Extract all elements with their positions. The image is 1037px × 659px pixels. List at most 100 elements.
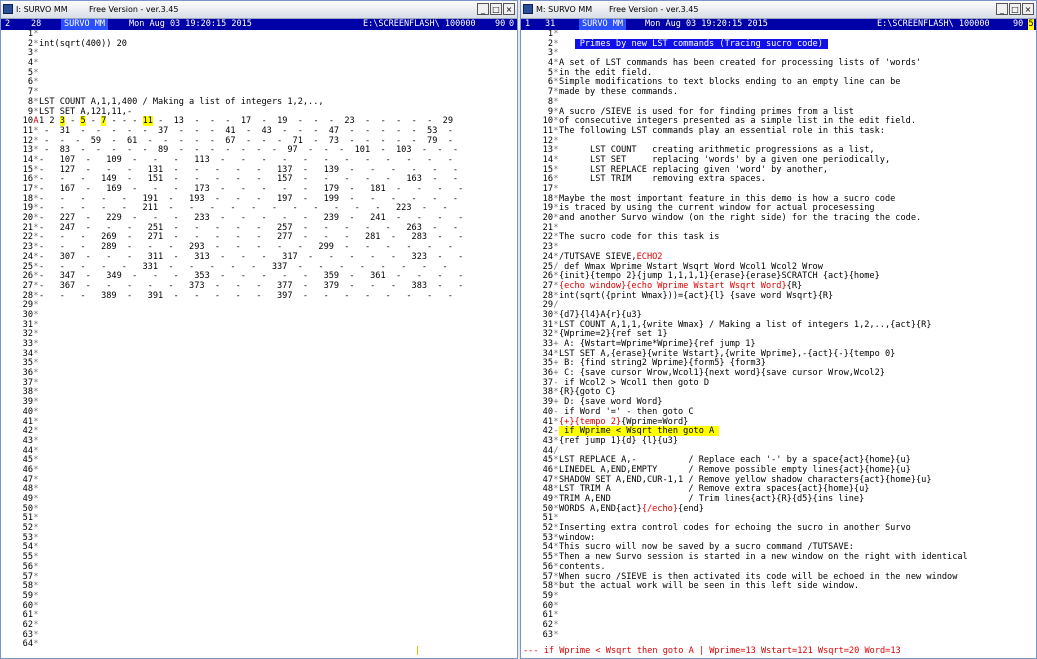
- minimize-icon[interactable]: _: [477, 3, 489, 15]
- edit-line[interactable]: 4*: [1, 58, 517, 69]
- edit-line[interactable]: 60*: [521, 601, 1036, 612]
- line-text: Then a new Survo session is started in a…: [559, 552, 968, 563]
- edit-line[interactable]: 63*: [1, 630, 517, 641]
- traced-line-highlight: if Wprime < Wsqrt then goto A: [559, 426, 720, 437]
- close-icon[interactable]: ×: [503, 3, 515, 15]
- edit-line[interactable]: 61*: [521, 611, 1036, 621]
- close-icon[interactable]: ×: [1022, 3, 1034, 15]
- edit-line[interactable]: 58*but the actual work will be seen in t…: [521, 581, 1036, 592]
- edit-line[interactable]: 2*int(sqrt(400)) 20: [1, 38, 517, 50]
- edit-line[interactable]: 47*: [1, 475, 517, 486]
- echo-code: {echo window}{echo Wprime Wstart Wsqrt W…: [559, 280, 787, 291]
- edit-line[interactable]: 3*: [1, 49, 517, 59]
- line-text: LST SET A,121,11,-: [39, 106, 133, 117]
- edit-line[interactable]: 42*: [1, 426, 517, 437]
- edit-line[interactable]: 30*: [1, 310, 517, 321]
- line-number: 64: [22, 639, 33, 650]
- edit-line[interactable]: 35*: [1, 359, 517, 369]
- right-edit-field[interactable]: 1* 2* Primes by new LST commands (Tracing…: [521, 29, 1036, 641]
- line-text: LST SET A,{erase}{write Wstart},{write W…: [559, 348, 896, 359]
- edit-line[interactable]: 43*: [1, 436, 517, 447]
- edit-line[interactable]: 57*: [1, 572, 517, 583]
- edit-line[interactable]: 50*WORDS A,END{act}{/echo}{end}: [521, 504, 1036, 515]
- status-date: Mon Aug 03 19:20:15 2015: [645, 19, 768, 29]
- edit-line[interactable]: 22*The sucro code for this task is: [521, 233, 1036, 243]
- app-icon: [523, 4, 533, 14]
- edit-line[interactable]: 5*: [1, 68, 517, 79]
- line-text: {R}{goto C}: [559, 387, 616, 398]
- edit-line[interactable]: 49*: [1, 494, 517, 505]
- edit-line[interactable]: 50*: [1, 504, 517, 515]
- edit-line[interactable]: 11*The following LST commands play an es…: [521, 126, 1036, 137]
- edit-line[interactable]: 7*made by these commands.: [521, 87, 1036, 98]
- line-text: Maybe the most important feature in this…: [559, 193, 896, 204]
- edit-line[interactable]: 64*: [1, 640, 517, 650]
- line-text: int(sqrt(400)) 20: [39, 38, 127, 49]
- edit-line[interactable]: 29*: [1, 301, 517, 311]
- edit-line[interactable]: 48*: [1, 485, 517, 495]
- edit-line[interactable]: 36*: [1, 368, 517, 379]
- edit-line[interactable]: 16* LST TRIM removing extra spaces.: [521, 174, 1036, 185]
- edit-line[interactable]: 2* Primes by new LST commands (Tracing s…: [521, 38, 1036, 50]
- edit-line[interactable]: 51*: [1, 514, 517, 524]
- line-text: - 367 - - - - - 373 - - - 377 - 379 - - …: [39, 280, 464, 291]
- maximize-icon[interactable]: □: [490, 3, 502, 15]
- list-separator: -: [64, 116, 81, 127]
- line-text: LST TRIM A / Remove extra spaces{act}{ho…: [559, 484, 870, 495]
- line-text: A sucro /SIEVE is used for for finding p…: [559, 106, 854, 117]
- right-survo-window[interactable]: M: SURVO MM Free Version - ver.3.45 _ □ × …: [520, 0, 1037, 659]
- edit-line[interactable]: 62*: [521, 620, 1036, 631]
- edit-line[interactable]: 32*: [1, 330, 517, 340]
- line-text: - 127 - - - 131 - - - - - 137 - 139 - - …: [39, 164, 459, 175]
- status-path: E:\SCREENFLASH\ 100000: [363, 19, 476, 29]
- edit-line[interactable]: 45*: [1, 456, 517, 466]
- line-text: LST COUNT A,1,1,400 / Making a list of i…: [39, 96, 324, 107]
- left-survo-window[interactable]: I: SURVO MM Free Version - ver.3.45 _ □ × …: [0, 0, 518, 659]
- edit-line[interactable]: 28*- - - 389 - 391 - - - - - 397 - - - -…: [1, 291, 517, 302]
- echo-code: {+}{tempo 2}: [559, 416, 622, 427]
- edit-line[interactable]: 37*: [1, 378, 517, 389]
- edit-line[interactable]: 56*: [1, 562, 517, 573]
- right-title-bar[interactable]: M: SURVO MM Free Version - ver.3.45 _ □ ×: [521, 1, 1036, 19]
- edit-line[interactable]: 31*: [1, 320, 517, 331]
- line-text: - 227 - 229 - - - 233 - - - - - 239 - 24…: [39, 213, 464, 224]
- maximize-icon[interactable]: □: [1009, 3, 1021, 15]
- edit-line[interactable]: 54*: [1, 543, 517, 553]
- edit-line[interactable]: 34*: [1, 349, 517, 360]
- edit-line[interactable]: 61*: [1, 611, 517, 621]
- status-row: 1: [525, 19, 531, 29]
- edit-line[interactable]: 6*: [1, 78, 517, 88]
- edit-line[interactable]: 52*Inserting extra control codes for ech…: [521, 523, 1036, 534]
- edit-line[interactable]: 40*: [1, 407, 517, 418]
- edit-line[interactable]: 58*: [1, 581, 517, 592]
- edit-line[interactable]: 46*: [1, 465, 517, 476]
- line-text-tail: {R}: [786, 280, 803, 291]
- edit-line[interactable]: 38*: [1, 388, 517, 398]
- minimize-icon[interactable]: _: [996, 3, 1008, 15]
- edit-line[interactable]: 60*: [1, 601, 517, 612]
- edit-line[interactable]: 28*int(sqrt({print Wmax}))={act}{l} {sav…: [521, 291, 1036, 302]
- line-text: This sucro will now be saved by a sucro …: [559, 542, 854, 553]
- edit-line[interactable]: 39*: [1, 397, 517, 408]
- list-separator: 2: [44, 116, 60, 127]
- edit-line[interactable]: 55*: [1, 552, 517, 563]
- line-text: {d7}{l4}A{r}{u3}: [559, 309, 642, 320]
- window-title: M: SURVO MM: [536, 5, 593, 14]
- left-edit-field[interactable]: 1* 2*int(sqrt(400)) 20 3* 4* 5* 6* 7* 8*LST COU…: [1, 29, 517, 650]
- line-text: - 31 - - - - - 37 - - - 41 - 43 - - - 47…: [39, 125, 453, 136]
- status-flag: 5: [1028, 19, 1034, 30]
- edit-line[interactable]: 59*: [1, 591, 517, 602]
- edit-line[interactable]: 53*: [1, 533, 517, 544]
- status-flag: 0: [509, 19, 515, 29]
- edit-line[interactable]: 33*: [1, 339, 517, 350]
- edit-line[interactable]: 52*: [1, 523, 517, 534]
- left-title-bar[interactable]: I: SURVO MM Free Version - ver.3.45 _ □ ×: [1, 1, 517, 19]
- edit-line[interactable]: 41*: [1, 417, 517, 428]
- control-char: *: [33, 639, 39, 650]
- edit-line[interactable]: 63*: [521, 630, 1036, 641]
- edit-line[interactable]: 44*: [1, 446, 517, 457]
- edit-line[interactable]: 62*: [1, 620, 517, 631]
- edit-line[interactable]: 20*and another Survo window (on the righ…: [521, 213, 1036, 224]
- edit-line[interactable]: 43*{ref jump 1}{d} {l}{u3}: [521, 436, 1036, 447]
- edit-line[interactable]: 59*: [521, 591, 1036, 602]
